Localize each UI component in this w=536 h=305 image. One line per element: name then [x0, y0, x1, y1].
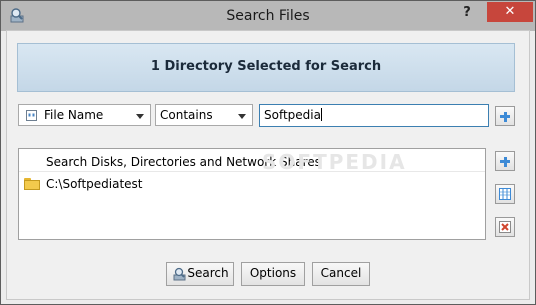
- text-caret: [320, 108, 322, 121]
- browse-directory-button[interactable]: [495, 184, 515, 204]
- remove-icon: [499, 221, 511, 233]
- operator-select[interactable]: Contains: [155, 104, 253, 126]
- add-directory-button[interactable]: [495, 151, 515, 171]
- help-button[interactable]: ?: [457, 3, 477, 25]
- banner-text: 1 Directory Selected for Search: [150, 59, 382, 74]
- watermark: SOFTPEDIA: [262, 150, 407, 174]
- chevron-down-icon: [238, 114, 246, 119]
- field-select[interactable]: File Name: [18, 104, 151, 126]
- close-button[interactable]: ✕: [487, 2, 533, 22]
- search-icon: [173, 267, 186, 281]
- plus-icon: [500, 111, 510, 122]
- search-value-input[interactable]: Softpedia: [259, 104, 489, 127]
- title-bar: Search Files ? ✕: [1, 1, 535, 31]
- file-name-icon: [26, 110, 37, 121]
- list-header-divider: [19, 171, 485, 172]
- cancel-button[interactable]: Cancel: [312, 262, 370, 286]
- directory-list[interactable]: Search Disks, Directories and Network Sh…: [18, 148, 486, 240]
- search-button[interactable]: Search: [166, 262, 234, 286]
- add-criteria-button[interactable]: [495, 106, 515, 126]
- chevron-down-icon: [136, 114, 144, 119]
- search-value-text: Softpedia: [264, 108, 321, 122]
- operator-select-value: Contains: [160, 108, 213, 122]
- remove-directory-button[interactable]: [495, 217, 515, 237]
- window-title: Search Files: [226, 8, 310, 24]
- columns-icon: [499, 188, 511, 200]
- field-select-value: File Name: [44, 108, 104, 122]
- selection-banner: 1 Directory Selected for Search: [17, 43, 515, 92]
- options-button-label: Options: [249, 266, 297, 280]
- plus-icon: [500, 156, 510, 167]
- directory-list-item[interactable]: C:\Softpediatest: [46, 177, 143, 191]
- options-button[interactable]: Options: [241, 262, 305, 286]
- cancel-button-label: Cancel: [320, 266, 362, 280]
- folder-icon: [24, 178, 40, 190]
